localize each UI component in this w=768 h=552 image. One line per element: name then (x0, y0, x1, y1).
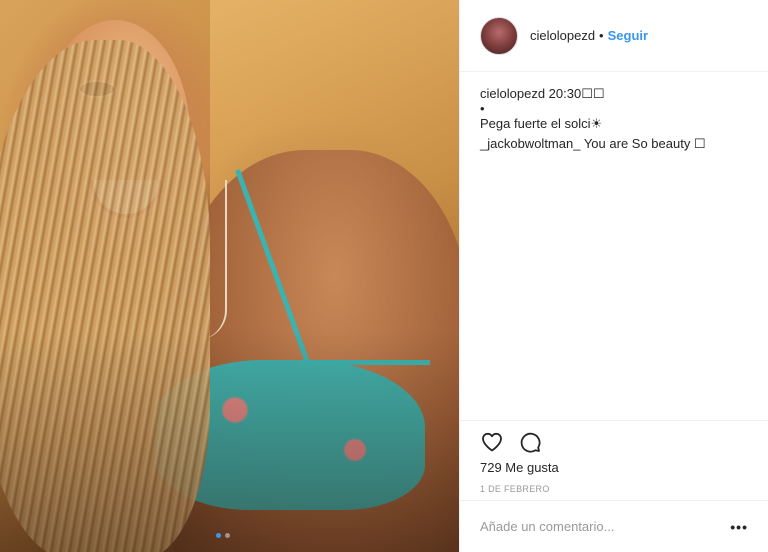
comment-input[interactable] (480, 519, 731, 534)
comment-item: _jackobwoltman_ You are So beauty ☐ (480, 134, 750, 154)
comment-username-link[interactable]: cielolopezd (480, 86, 545, 101)
comment-item: Pega fuerte el solci☀ (480, 114, 750, 134)
action-icons (480, 430, 542, 454)
comment-text: 20:30☐☐ (545, 86, 605, 101)
avatar[interactable] (480, 16, 518, 55)
comments-list: cielolopezd 20:30☐☐ • Pega fuerte el sol… (480, 84, 750, 154)
header-separator: • (599, 28, 604, 43)
likes-count[interactable]: 729 Me gusta (480, 460, 559, 475)
add-comment-bar: ••• (460, 500, 768, 552)
comment-icon (520, 432, 541, 453)
comment-item: • (480, 102, 750, 115)
post-date[interactable]: 1 DE FEBRERO (480, 484, 550, 494)
carousel-dot[interactable] (225, 533, 230, 538)
comment-username-link[interactable]: _jackobwoltman_ (480, 136, 580, 151)
post-header: cielolopezd • Seguir (460, 0, 768, 72)
post-actions: 729 Me gusta 1 DE FEBRERO (460, 420, 768, 494)
post-photo[interactable] (0, 0, 459, 552)
post-side-panel: cielolopezd • Seguir cielolopezd 20:30☐☐… (459, 0, 768, 552)
comment-text: You are So beauty ☐ (580, 136, 706, 151)
like-button[interactable] (480, 430, 504, 454)
comment-button[interactable] (518, 430, 542, 454)
more-options-button[interactable]: ••• (730, 519, 748, 535)
header-username-link[interactable]: cielolopezd (530, 28, 595, 43)
heart-icon (482, 432, 502, 452)
photo-shadow (0, 330, 459, 552)
carousel-indicator (216, 533, 230, 538)
carousel-dot-active[interactable] (216, 533, 221, 538)
follow-button[interactable]: Seguir (608, 28, 648, 43)
comment-text: Pega fuerte el solci☀ (480, 116, 603, 131)
comment-item: cielolopezd 20:30☐☐ (480, 84, 750, 104)
